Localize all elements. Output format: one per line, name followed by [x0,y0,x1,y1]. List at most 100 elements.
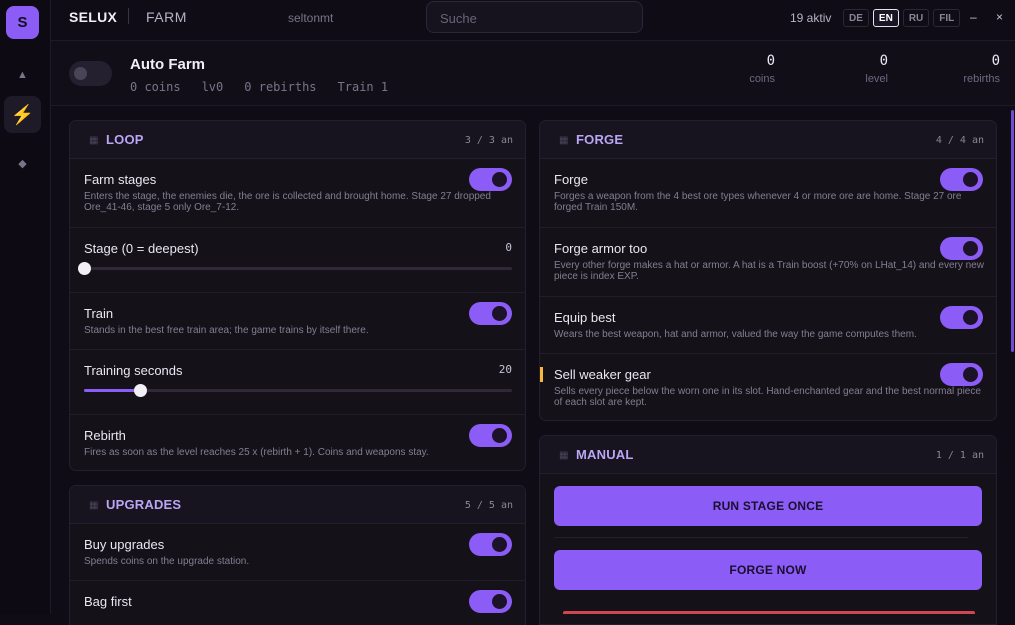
training-seconds-label: Training seconds [84,363,183,378]
stat-level-value: 0 [879,53,888,69]
grid-icon: ▦ [89,500,99,511]
auto-farm-header: Auto Farm 0 coins lv0 0 rebirths Train 1… [51,41,1015,106]
nav-lightning-icon[interactable]: ⚡ [4,96,41,133]
forge-toggle[interactable] [940,168,983,191]
sell-weaker-row: Sell weaker gear Sells every piece below… [540,354,996,420]
buy-upgrades-row: Buy upgrades Spends coins on the upgrade… [70,524,525,581]
train-toggle[interactable] [469,302,512,325]
sell-weaker-toggle[interactable] [940,363,983,386]
forge-armor-row: Forge armor too Every other forge makes … [540,228,996,297]
stat-level: 0 level [865,53,888,85]
auto-farm-title: Auto Farm [130,56,205,73]
rebirth-toggle[interactable] [469,424,512,447]
meta-coins: 0 coins [130,80,181,94]
nav-diamond-icon[interactable]: ◆ [4,145,41,182]
equip-best-toggle[interactable] [940,306,983,329]
training-seconds-slider-knob[interactable] [133,384,147,397]
forge-desc: Forges a weapon from the 4 best ore type… [554,191,962,213]
meta-train: Train 1 [337,80,389,94]
farm-stages-row: Farm stages Enters the stage, the enemie… [70,159,525,228]
stage-slider[interactable] [78,262,512,275]
forge-card-header: ▦ FORGE 4 / 4 an [540,121,996,159]
stat-level-label: level [865,73,888,85]
sell-weaker-label: Sell weaker gear [554,367,651,382]
bag-first-toggle[interactable] [469,590,512,613]
sell-weaker-desc: Sells every piece below the worn one in … [554,386,981,408]
manual-card: ▦ MANUAL 1 / 1 an RUN STAGE ONCE FORGE N… [539,435,997,625]
farm-stages-desc: Enters the stage, the enemies die, the o… [84,191,491,213]
manual-divider [554,537,968,538]
stat-rebirths-value: 0 [991,53,1000,69]
grid-icon: ▦ [559,450,569,461]
farm-stages-label: Farm stages [84,172,157,187]
nav-up-icon[interactable]: ▲ [4,56,41,93]
stat-coins-label: coins [749,73,775,85]
forge-card: ▦ FORGE 4 / 4 an Forge Forges a weapon f… [539,120,997,421]
auto-farm-toggle[interactable] [69,61,112,86]
train-label: Train [84,306,114,321]
active-count: 19 aktiv [790,11,832,25]
upgrades-card: ▦ UPGRADES 5 / 5 an Buy upgrades Spends … [69,485,526,625]
equip-best-row: Equip best Wears the best weapon, hat an… [540,297,996,354]
forge-armor-toggle[interactable] [940,237,983,260]
upgrades-card-header: ▦ UPGRADES 5 / 5 an [70,486,525,524]
lang-de-button[interactable]: DE [843,9,869,27]
section-title: FARM [146,9,187,25]
stat-coins: 0 coins [749,53,775,85]
farm-stages-toggle[interactable] [469,168,512,191]
loop-count: 3 / 3 an [464,135,513,146]
meta-rebirths: 0 rebirths [244,80,317,94]
stat-coins-value: 0 [766,53,775,69]
stage-slider-knob[interactable] [78,262,91,275]
bag-first-label: Bag first [84,594,132,609]
rebirth-row: Rebirth Fires as soon as the level reach… [70,415,525,470]
lang-ru-button[interactable]: RU [902,9,930,27]
left-rail: S ▲ ⚡ ◆ [0,0,51,614]
forge-title: FORGE [576,132,624,147]
upgrades-title: UPGRADES [106,497,182,512]
scrollbar[interactable] [1011,110,1014,352]
manual-count: 1 / 1 an [935,450,984,461]
manual-title: MANUAL [576,447,634,462]
buy-upgrades-toggle[interactable] [469,533,512,556]
training-seconds-slider[interactable] [84,384,512,397]
grid-icon: ▦ [89,135,99,146]
training-seconds-slider-fill [84,389,140,392]
loop-card: ▦ LOOP 3 / 3 an Farm stages Enters the s… [69,120,526,471]
loop-title: LOOP [106,132,144,147]
search-input[interactable]: Suche [426,1,643,33]
close-icon[interactable]: × [996,10,1003,24]
forge-row: Forge Forges a weapon from the 4 best or… [540,159,996,228]
equip-best-label: Equip best [554,310,616,325]
manual-card-header: ▦ MANUAL 1 / 1 an [540,436,996,474]
minimize-icon[interactable]: – [970,10,977,24]
title-divider [128,8,129,24]
bag-first-row: Bag first [70,581,525,625]
training-seconds-row: Training seconds 20 [70,350,525,415]
top-bar: SELUX FARM seltonmt Suche 19 aktiv DE EN… [51,0,1015,41]
upgrades-count: 5 / 5 an [464,500,513,511]
lang-en-button[interactable]: EN [872,9,899,27]
stage-label: Stage (0 = deepest) [84,241,199,256]
buy-upgrades-label: Buy upgrades [84,537,165,552]
forge-label: Forge [554,172,588,187]
equip-best-desc: Wears the best weapon, hat and armor, va… [554,329,917,340]
forge-armor-label: Forge armor too [554,241,648,256]
rebirth-label: Rebirth [84,428,126,443]
meta-level: lv0 [201,80,224,94]
rebirth-desc: Fires as soon as the level reaches 25 x … [84,447,429,458]
buy-upgrades-desc: Spends coins on the upgrade station. [84,556,250,567]
run-stage-once-button[interactable]: RUN STAGE ONCE [554,486,982,526]
user-label: seltonmt [288,11,334,25]
forge-now-button[interactable]: FORGE NOW [554,550,982,590]
brand-title: SELUX [69,9,118,25]
grid-icon: ▦ [559,135,569,146]
loop-card-header: ▦ LOOP 3 / 3 an [70,121,525,159]
stat-rebirths-label: rebirths [963,73,1000,85]
app-logo[interactable]: S [6,6,39,39]
train-desc: Stands in the best free train area; the … [84,325,369,336]
auto-farm-meta: 0 coins lv0 0 rebirths Train 1 [130,80,388,94]
lang-fil-button[interactable]: FIL [933,9,961,27]
forge-armor-desc: Every other forge makes a hat or armor. … [554,260,984,282]
training-seconds-value: 20 [498,363,512,376]
